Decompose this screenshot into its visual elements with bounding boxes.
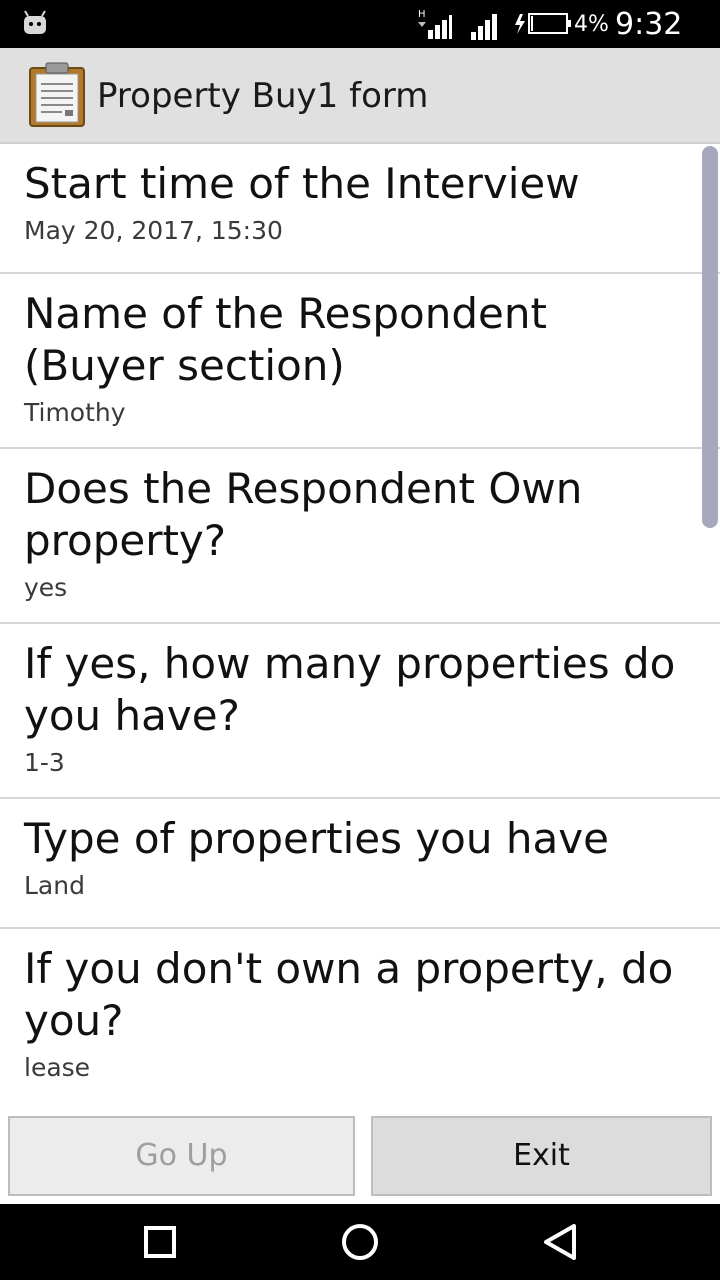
charging-icon: [515, 14, 525, 34]
question-label: If you don't own a property, do you?: [24, 944, 674, 1045]
title-bar: Property Buy1 form: [0, 48, 720, 144]
answer-value: Timothy: [24, 398, 126, 427]
answer-value: May 20, 2017, 15:30: [24, 216, 283, 245]
list-item[interactable]: If you don't own a property, do you? lea…: [0, 929, 720, 1102]
battery-icon: [515, 13, 571, 34]
question-label: Start time of the Interview: [24, 159, 580, 208]
home-icon[interactable]: [340, 1222, 380, 1262]
answer-value: 1-3: [24, 748, 65, 777]
answer-value: lease: [24, 1053, 91, 1082]
recents-icon[interactable]: [140, 1222, 180, 1262]
question-list[interactable]: Start time of the Interview May 20, 2017…: [0, 144, 720, 1102]
battery-percent: 4%: [574, 12, 609, 37]
list-item[interactable]: Name of the Respondent (Buyer section) T…: [0, 274, 720, 449]
list-item[interactable]: Type of properties you have Land: [0, 799, 720, 929]
scrollbar[interactable]: [702, 146, 718, 528]
network-label: H: [418, 9, 426, 20]
status-bar: H 4% 9:32 PM: [0, 0, 720, 75]
signal-icon: [471, 14, 497, 40]
exit-button[interactable]: Exit: [371, 1116, 712, 1196]
page-title: Property Buy1 form: [97, 76, 429, 116]
list-item[interactable]: If yes, how many properties do you have?…: [0, 624, 720, 799]
answer-value: Land: [24, 871, 85, 900]
list-item[interactable]: Start time of the Interview May 20, 2017…: [0, 144, 720, 274]
back-icon[interactable]: [540, 1222, 580, 1262]
question-label: Does the Respondent Own property?: [24, 464, 583, 565]
clipboard-icon: [29, 62, 85, 127]
android-icon: [24, 10, 46, 34]
button-bar: Go Up Exit: [0, 1104, 720, 1204]
navigation-bar: [0, 1204, 720, 1280]
clock-time: 9:32: [615, 7, 683, 42]
answer-value: yes: [24, 573, 68, 602]
list-item[interactable]: Does the Respondent Own property? yes: [0, 449, 720, 624]
question-label: Type of properties you have: [24, 814, 609, 863]
go-up-button[interactable]: Go Up: [8, 1116, 355, 1196]
question-label: If yes, how many properties do you have?: [24, 639, 676, 740]
question-label: Name of the Respondent (Buyer section): [24, 289, 547, 390]
signal-h-icon: H: [418, 9, 452, 39]
